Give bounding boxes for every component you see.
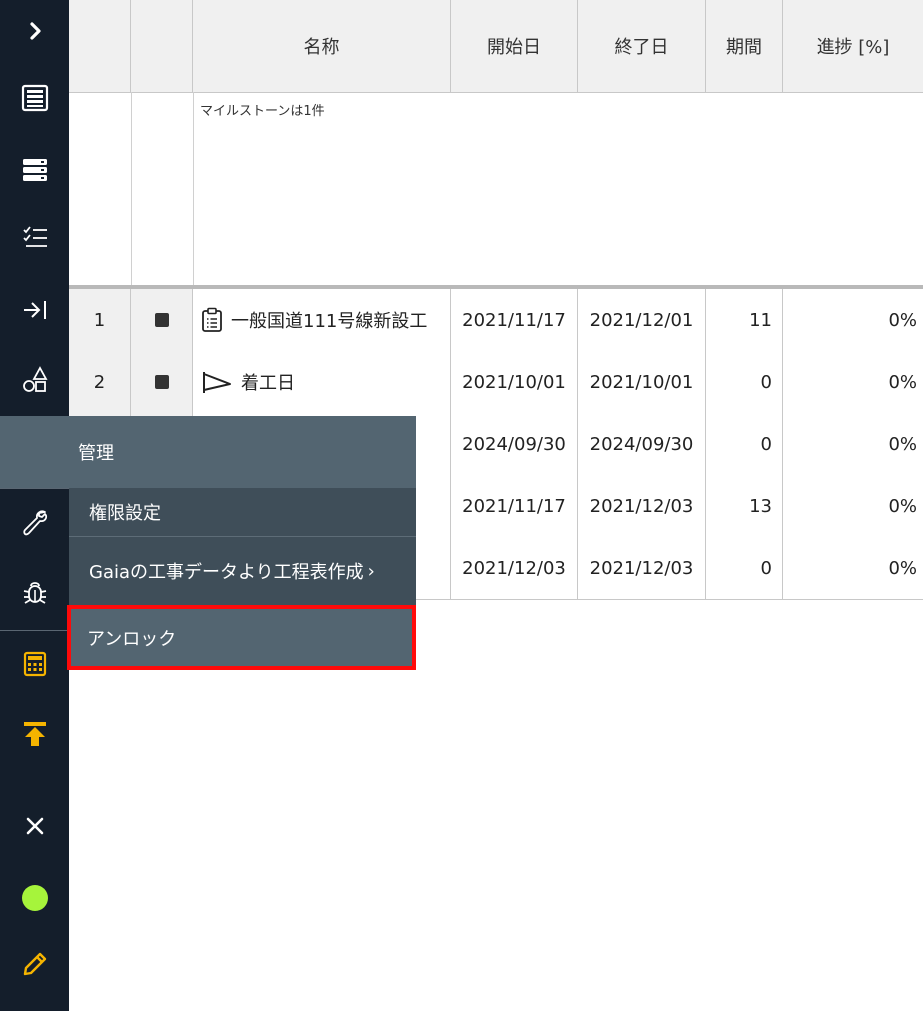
- sidebar-divider: [0, 630, 69, 631]
- sidebar-item-debug[interactable]: [0, 560, 69, 624]
- end-date: 2024/09/30: [578, 413, 706, 475]
- header-start-date[interactable]: 開始日: [451, 0, 578, 92]
- sidebar-item-tools[interactable]: [0, 490, 69, 554]
- sidebar-item-edit[interactable]: [0, 932, 69, 996]
- progress: 0%: [888, 433, 917, 455]
- clipboard-icon: [202, 307, 222, 332]
- header-select: [131, 0, 193, 92]
- progress: 0%: [888, 495, 917, 517]
- menu-item-label: Gaiaの工事データより工程表作成: [89, 562, 364, 583]
- table-row[interactable]: 2 着工日 2021/10/01 2021/10/01 0 0%: [69, 351, 923, 414]
- sidebar: [0, 0, 69, 1011]
- duration: 11: [706, 289, 783, 351]
- header-duration[interactable]: 期間: [706, 0, 783, 92]
- task-name-label: 着工日: [241, 373, 295, 394]
- milestone-note: マイルストーンは1件: [200, 104, 325, 119]
- end-date: 2021/12/03: [578, 475, 706, 537]
- menu-item-unlock[interactable]: アンロック: [67, 605, 416, 670]
- sidebar-close-button[interactable]: [0, 794, 69, 858]
- row-number: 2: [69, 351, 131, 413]
- start-date: 2021/11/17: [451, 289, 578, 351]
- progress: 0%: [888, 557, 917, 579]
- end-date: 2021/12/03: [578, 537, 706, 599]
- checklist-icon: [22, 226, 47, 247]
- menu-item-label: 権限設定: [89, 503, 161, 524]
- flag-icon: [203, 372, 231, 393]
- import-arrow-icon: [23, 301, 46, 319]
- row-select[interactable]: [131, 351, 193, 413]
- start-date: 2021/10/01: [451, 351, 578, 413]
- end-date: 2021/12/01: [578, 289, 706, 351]
- row-number: 1: [69, 289, 131, 351]
- chevron-right-icon: [29, 22, 41, 40]
- pencil-icon: [23, 952, 46, 976]
- shapes-icon: [22, 366, 48, 392]
- expand-sidebar-button[interactable]: [0, 0, 69, 62]
- menu-item-create-schedule-from-gaia[interactable]: Gaiaの工事データより工程表作成 ›: [69, 537, 416, 605]
- menu-item-label: アンロック: [87, 628, 177, 650]
- upload-icon: [23, 722, 46, 746]
- sidebar-divider: [0, 488, 69, 489]
- table-header: 名称 開始日 終了日 期間 進捗 [%]: [69, 0, 923, 93]
- header-row-number: [69, 0, 131, 92]
- wrench-icon: [22, 510, 47, 536]
- sidebar-item-checklist[interactable]: [0, 206, 69, 270]
- duration: 0: [706, 537, 783, 599]
- admin-menu-title: 管理: [78, 443, 114, 464]
- column-divider: [131, 92, 132, 288]
- admin-submenu: 権限設定 Gaiaの工事データより工程表作成 › アンロック: [67, 488, 416, 670]
- header-end-date[interactable]: 終了日: [578, 0, 706, 92]
- sidebar-item-import[interactable]: [0, 278, 69, 342]
- duration: 13: [706, 475, 783, 537]
- task-name-label: 一般国道111号線新設工: [231, 311, 428, 332]
- end-date: 2021/10/01: [578, 351, 706, 413]
- header-name[interactable]: 名称: [193, 0, 451, 92]
- task-name[interactable]: 一般国道111号線新設工: [193, 289, 451, 351]
- progress: 0%: [888, 371, 917, 393]
- sidebar-item-shapes[interactable]: [0, 348, 69, 412]
- sidebar-item-gantt[interactable]: [0, 66, 69, 130]
- sidebar-status: [0, 866, 69, 930]
- sidebar-item-upload[interactable]: [0, 702, 69, 766]
- duration: 0: [706, 351, 783, 413]
- bug-icon: [23, 582, 46, 604]
- close-icon: [26, 817, 43, 835]
- admin-menu-header[interactable]: 管理: [0, 416, 416, 488]
- header-progress[interactable]: 進捗 [%]: [783, 0, 923, 92]
- column-divider: [193, 92, 194, 288]
- sidebar-item-server[interactable]: [0, 138, 69, 202]
- task-name[interactable]: 着工日: [193, 351, 451, 413]
- calculator-icon: [23, 651, 46, 677]
- table-row[interactable]: 1 一般国道111号線新設工 2021/11/17 2021/12/01 11 …: [69, 289, 923, 352]
- progress: 0%: [888, 309, 917, 331]
- menu-item-permissions[interactable]: 権限設定: [69, 488, 416, 536]
- status-dot-icon: [21, 885, 48, 911]
- row-marker: [154, 313, 169, 327]
- start-date: 2024/09/30: [451, 413, 578, 475]
- row-marker: [154, 375, 169, 389]
- sidebar-item-calculator[interactable]: [0, 632, 69, 696]
- start-date: 2021/11/17: [451, 475, 578, 537]
- server-stack-icon: [22, 159, 47, 181]
- start-date: 2021/12/03: [451, 537, 578, 599]
- duration: 0: [706, 413, 783, 475]
- gantt-chart-icon: [21, 84, 48, 112]
- row-select[interactable]: [131, 289, 193, 351]
- submenu-arrow-icon: ›: [367, 560, 375, 582]
